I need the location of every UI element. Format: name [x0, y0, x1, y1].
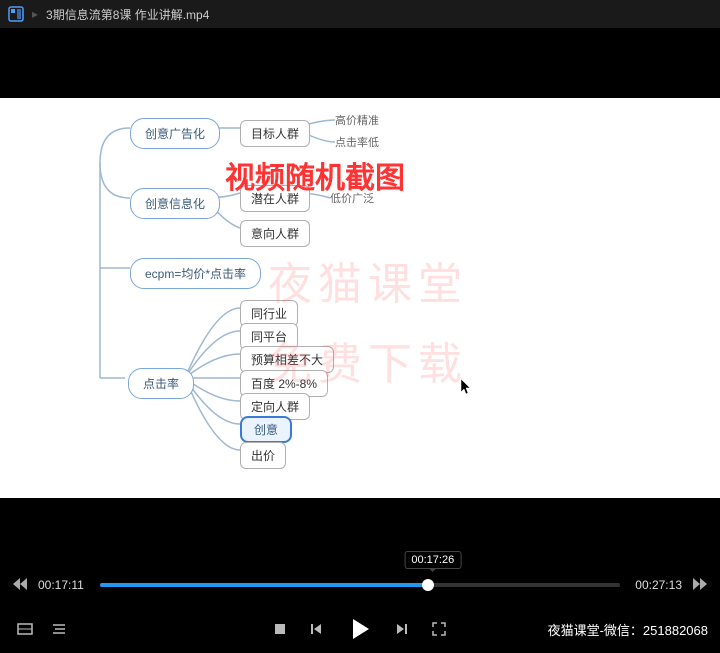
progress-bar-row: 00:17:11 00:17:26 00:27:13 [0, 571, 720, 599]
next-button[interactable] [395, 622, 409, 636]
mindmap-leaf: 点击率低 [335, 134, 379, 150]
mindmap-node[interactable]: 预算相差不大 [240, 346, 334, 373]
video-frame: 创意广告化 目标人群 高价精准 点击率低 创意信息化 潜在人群 低价广泛 意向人… [0, 98, 720, 498]
credit-text: 夜猫课堂-微信：251882068 [548, 620, 708, 639]
fast-forward-button[interactable] [692, 577, 708, 593]
total-time: 00:27:13 [630, 578, 682, 592]
control-bar: 夜猫课堂-微信：251882068 [0, 605, 720, 653]
stop-button[interactable] [273, 622, 287, 636]
mindmap-node[interactable]: 潜在人群 [240, 185, 310, 212]
mindmap-leaf: 低价广泛 [330, 190, 374, 206]
mindmap-node[interactable]: 目标人群 [240, 120, 310, 147]
mindmap-leaf: 高价精准 [335, 112, 379, 128]
seek-track[interactable]: 00:17:26 [100, 583, 620, 587]
cursor-icon [460, 378, 474, 401]
app-icon [8, 6, 24, 22]
current-time: 00:17:11 [38, 578, 90, 592]
mindmap-node[interactable]: ecpm=均价*点击率 [130, 258, 261, 289]
seek-knob[interactable] [422, 579, 434, 591]
fullscreen-button[interactable] [431, 621, 447, 637]
title-separator: ▸ [32, 7, 38, 21]
mindmap-connectors [0, 98, 720, 498]
previous-button[interactable] [309, 622, 323, 636]
aspect-button[interactable] [16, 620, 34, 638]
mindmap-node[interactable]: 点击率 [128, 368, 194, 399]
mindmap-node-selected[interactable]: 创意 [240, 416, 292, 443]
mindmap-node[interactable]: 意向人群 [240, 220, 310, 247]
title-bar: ▸ 3期信息流第8课 作业讲解.mp4 [0, 0, 720, 28]
rewind-button[interactable] [12, 577, 28, 593]
seek-tooltip: 00:17:26 [404, 551, 461, 569]
watermark-text: 夜猫课堂 [268, 248, 468, 312]
mindmap-node[interactable]: 创意信息化 [130, 188, 220, 219]
playlist-button[interactable] [50, 620, 68, 638]
seek-fill [100, 583, 428, 587]
video-stage[interactable]: 创意广告化 目标人群 高价精准 点击率低 创意信息化 潜在人群 低价广泛 意向人… [0, 28, 720, 563]
mindmap-node[interactable]: 创意广告化 [130, 118, 220, 149]
mindmap-node[interactable]: 出价 [240, 442, 286, 469]
play-button[interactable] [345, 615, 373, 643]
window-title: 3期信息流第8课 作业讲解.mp4 [46, 6, 209, 23]
